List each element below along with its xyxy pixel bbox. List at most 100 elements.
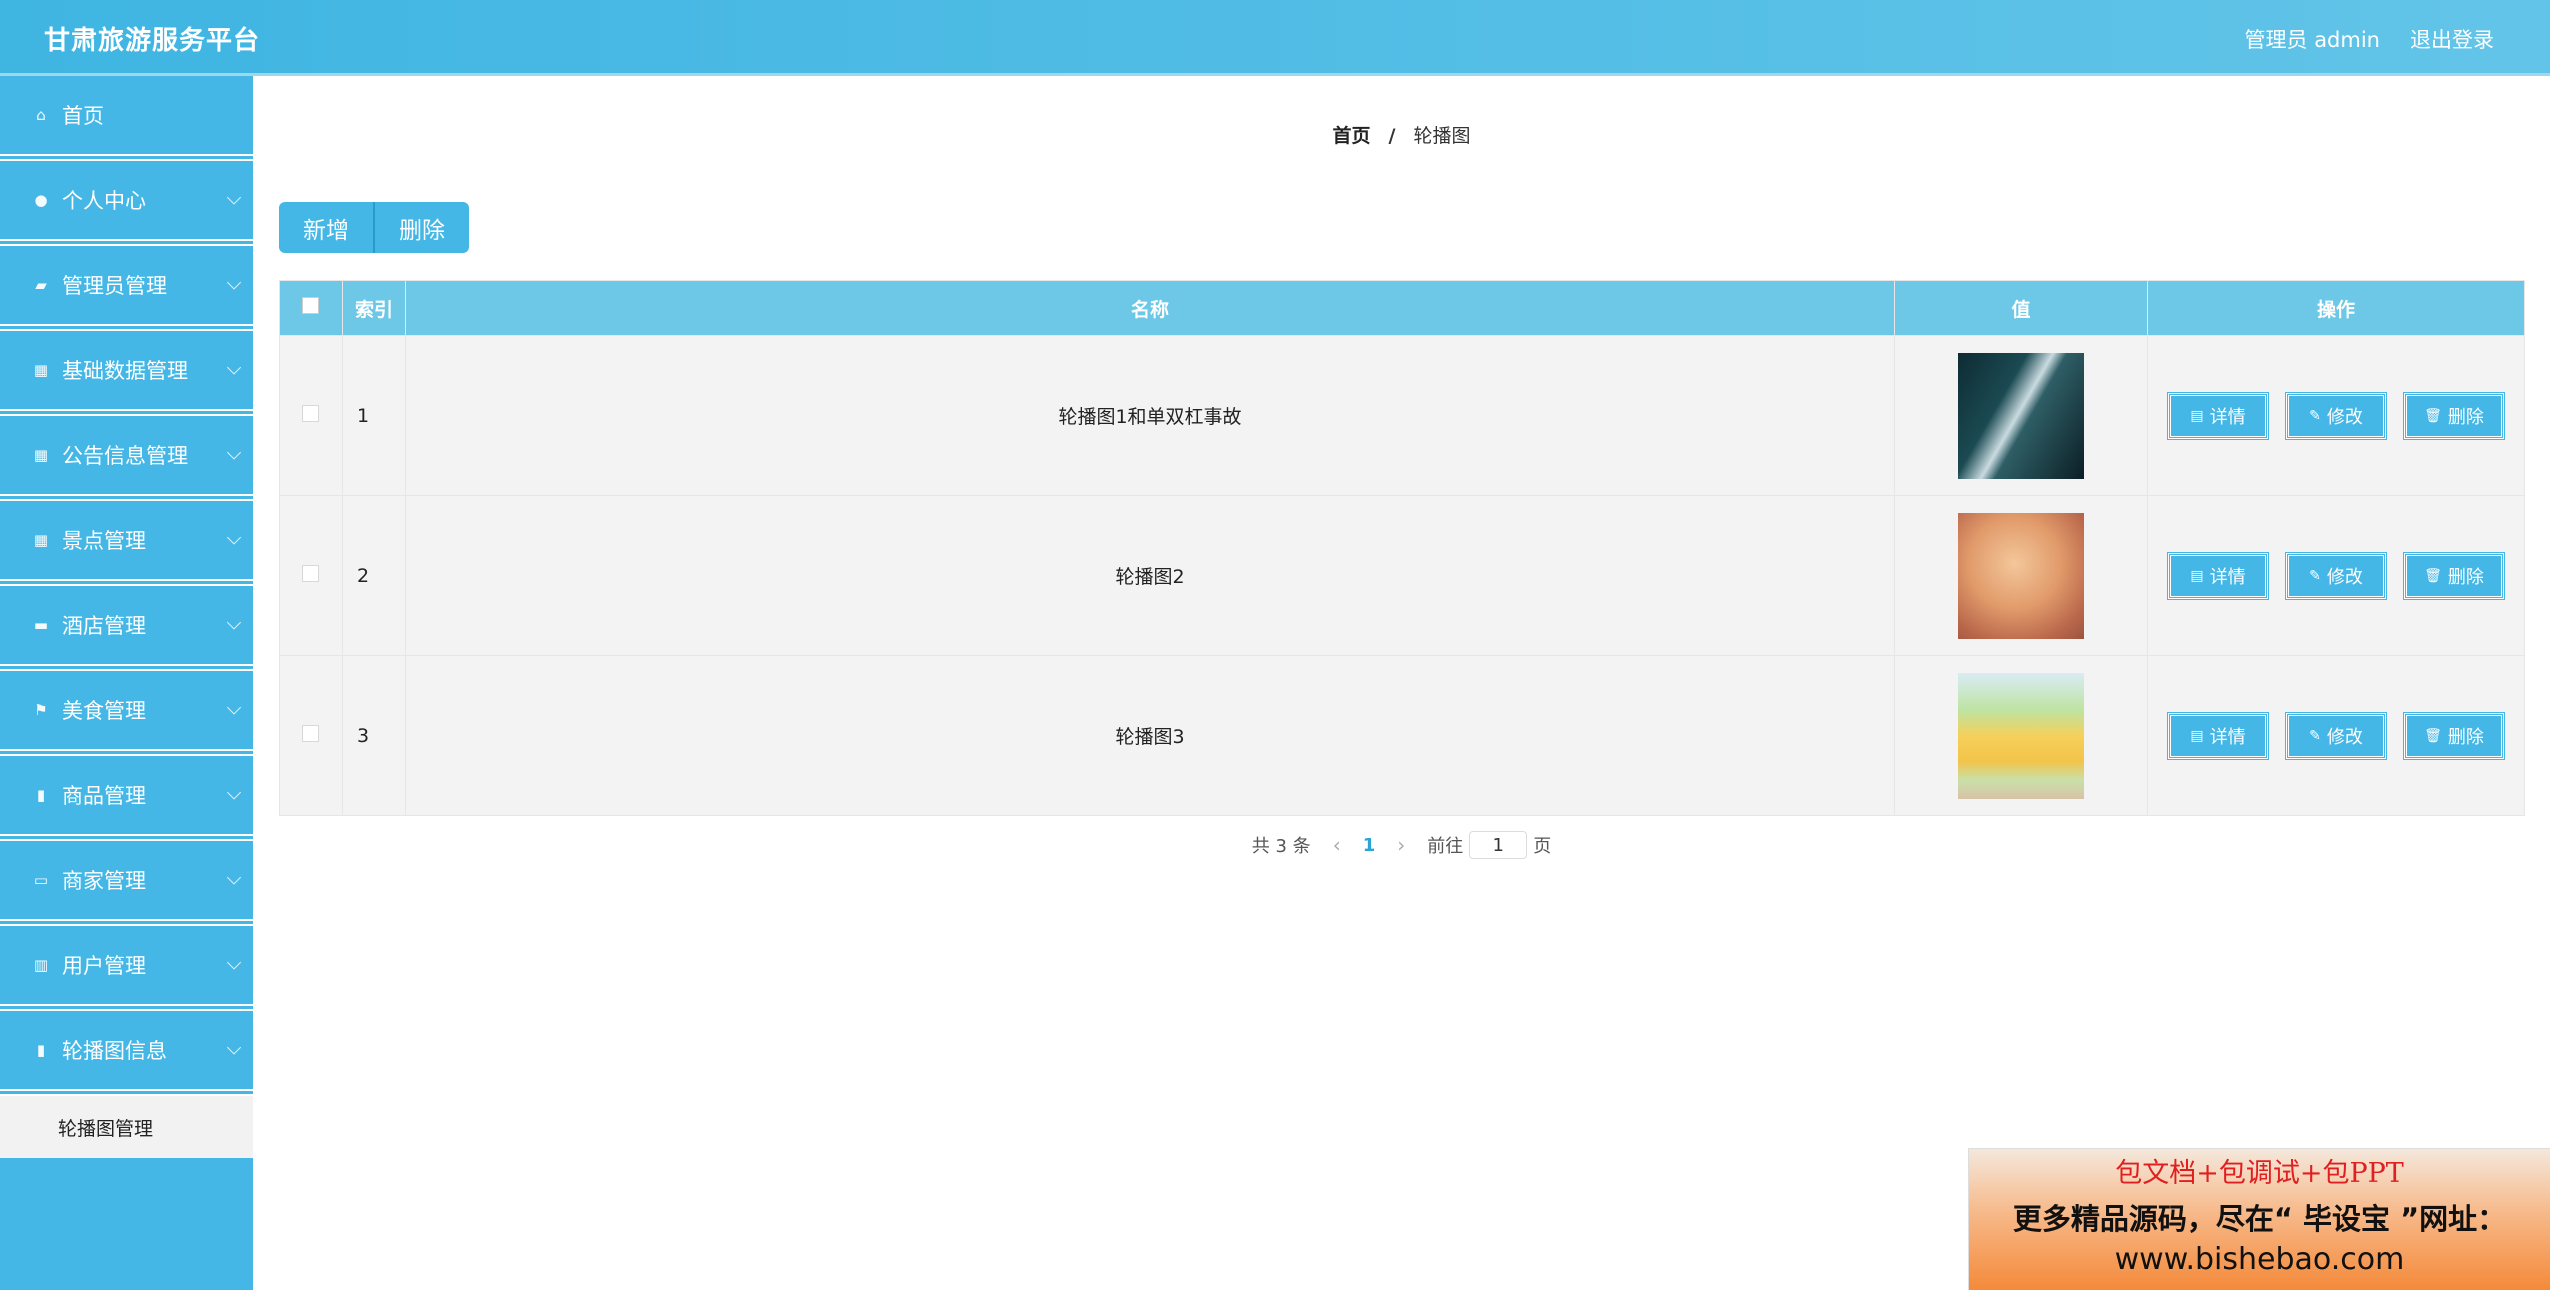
home-icon: ⌂	[36, 106, 46, 124]
chevron-down-icon	[226, 615, 242, 630]
carousel-thumbnail[interactable]	[1958, 512, 2085, 639]
row-checkbox-cell	[279, 495, 343, 656]
sidebar-item-carousel-info[interactable]: ▮ 轮播图信息	[0, 1011, 253, 1096]
building-icon: ▥	[33, 956, 49, 974]
table-header-row: 索引 名称 值 操作	[279, 280, 2525, 336]
clipboard-icon: ▮	[36, 786, 46, 804]
pencil-icon: ✎	[2309, 727, 2321, 744]
bulk-delete-button[interactable]: 删除	[375, 202, 469, 253]
row-checkbox[interactable]	[302, 404, 320, 422]
app-title: 甘肃旅游服务平台	[44, 26, 261, 56]
toolbar: 新增 删除	[279, 202, 469, 253]
table-row: 3 轮播图3 ▤ 详情 ✎ 修改 🗑 删除	[279, 655, 2525, 816]
sidebar-item-label: 公告信息管理	[62, 444, 188, 468]
sidebar-item-label: 商品管理	[62, 784, 146, 808]
promo-line-1: 包文档+包调试+包PPT	[2115, 1158, 2404, 1189]
sidebar-item-goods[interactable]: ▮ 商品管理	[0, 756, 253, 841]
sidebar-item-users[interactable]: ▥ 用户管理	[0, 926, 253, 1011]
sidebar-item-hotel[interactable]: ▬ 酒店管理	[0, 586, 253, 671]
row-checkbox-cell	[279, 335, 343, 496]
pencil-icon: ✎	[2309, 567, 2321, 584]
page-suffix-label: 页	[1533, 836, 1552, 857]
column-header-index: 索引	[341, 280, 406, 336]
breadcrumb-home[interactable]: 首页	[1332, 125, 1370, 147]
flag-icon: ⚑	[34, 701, 48, 719]
edit-label: 修改	[2326, 406, 2363, 428]
table-row: 2 轮播图2 ▤ 详情 ✎ 修改 🗑 删除	[279, 495, 2525, 656]
select-all-checkbox[interactable]	[302, 297, 320, 314]
chevron-down-icon	[226, 445, 242, 460]
sidebar-item-merchant[interactable]: ▭ 商家管理	[0, 841, 253, 926]
row-checkbox[interactable]	[302, 564, 320, 582]
carousel-thumbnail[interactable]	[1958, 672, 2085, 799]
prev-page-icon[interactable]: ‹	[1333, 833, 1341, 857]
chevron-down-icon	[226, 360, 242, 375]
pencil-icon: ✎	[2309, 407, 2321, 424]
edit-label: 修改	[2326, 566, 2363, 588]
pagination-goto: 前往 页	[1427, 831, 1551, 859]
delete-label: 删除	[2447, 406, 2484, 428]
row-name: 轮播图3	[404, 655, 1896, 816]
clipboard-icon: ▮	[36, 1041, 46, 1059]
document-icon: ▤	[2190, 727, 2204, 744]
chevron-down-icon	[226, 275, 242, 290]
column-header-actions: 操作	[2147, 280, 2525, 336]
edit-button[interactable]: ✎ 修改	[2285, 711, 2387, 760]
logout-link[interactable]: 退出登录	[2410, 24, 2494, 54]
edit-button[interactable]: ✎ 修改	[2285, 391, 2387, 440]
row-name: 轮播图2	[404, 495, 1896, 656]
delete-button[interactable]: 🗑 删除	[2403, 551, 2505, 600]
sidebar-subitem-carousel-management[interactable]: 轮播图管理	[0, 1096, 253, 1158]
row-value-cell	[1894, 655, 2148, 816]
row-checkbox[interactable]	[302, 724, 320, 742]
user-icon: ●	[34, 191, 48, 209]
chevron-down-icon	[226, 785, 242, 800]
carousel-thumbnail[interactable]	[1958, 352, 2085, 479]
sidebar-item-label: 用户管理	[62, 954, 146, 978]
sidebar-item-label: 轮播图信息	[62, 1039, 167, 1063]
chevron-down-icon	[226, 530, 242, 545]
chevron-down-icon	[226, 1040, 242, 1055]
detail-label: 详情	[2209, 406, 2246, 428]
trash-icon: 🗑	[2424, 407, 2442, 424]
row-index: 1	[341, 335, 406, 496]
sidebar-item-food[interactable]: ⚑ 美食管理	[0, 671, 253, 756]
pagination-total: 共 3 条	[1251, 836, 1311, 857]
pagination: 共 3 条 ‹ 1 › 前往 页	[253, 831, 2550, 859]
sidebar-item-admin-management[interactable]: ▰ 管理员管理	[0, 246, 253, 331]
detail-button[interactable]: ▤ 详情	[2167, 391, 2269, 440]
next-page-icon[interactable]: ›	[1397, 833, 1405, 857]
delete-button[interactable]: 🗑 删除	[2403, 391, 2505, 440]
row-actions: ▤ 详情 ✎ 修改 🗑 删除	[2147, 495, 2525, 656]
column-header-name: 名称	[404, 280, 1896, 336]
sidebar-item-label: 景点管理	[62, 529, 146, 553]
breadcrumb-separator: /	[1388, 125, 1396, 147]
trash-icon: 🗑	[2424, 567, 2442, 584]
sidebar-item-label: 首页	[62, 104, 104, 128]
chevron-down-icon	[226, 870, 242, 885]
sidebar-item-basic-data[interactable]: ▦ 基础数据管理	[0, 331, 253, 416]
briefcase-icon: ▬	[33, 616, 49, 634]
carousel-table: 索引 名称 值 操作 1 轮播图1和单双杠事故 ▤ 详情 ✎ 修改 🗑 删除 2…	[279, 280, 2525, 816]
sidebar-item-scenic-spots[interactable]: ▦ 景点管理	[0, 501, 253, 586]
delete-button[interactable]: 🗑 删除	[2403, 711, 2505, 760]
monitor-icon: ▭	[33, 871, 49, 889]
page-number-current[interactable]: 1	[1363, 835, 1376, 856]
document-icon: ▤	[2190, 407, 2204, 424]
goto-page-input[interactable]	[1469, 831, 1528, 859]
detail-button[interactable]: ▤ 详情	[2167, 551, 2269, 600]
current-user-label[interactable]: 管理员 admin	[2245, 24, 2380, 54]
edit-button[interactable]: ✎ 修改	[2285, 551, 2387, 600]
header-actions: 管理员 admin 退出登录	[2245, 24, 2494, 54]
add-button[interactable]: 新增	[279, 202, 375, 253]
row-name: 轮播图1和单双杠事故	[404, 335, 1896, 496]
promo-banner: 包文档+包调试+包PPT 更多精品源码，尽在“ 毕设宝 ”网址： www.bis…	[1968, 1148, 2550, 1290]
trash-icon: 🗑	[2424, 727, 2442, 744]
sidebar-item-home[interactable]: ⌂ 首页	[0, 76, 253, 161]
sidebar-item-notice[interactable]: ▦ 公告信息管理	[0, 416, 253, 501]
breadcrumb-current: 轮播图	[1413, 125, 1471, 147]
detail-button[interactable]: ▤ 详情	[2167, 711, 2269, 760]
sidebar-item-personal-center[interactable]: ● 个人中心	[0, 161, 253, 246]
sidebar-item-label: 基础数据管理	[62, 359, 188, 383]
sidebar-item-label: 个人中心	[62, 189, 146, 213]
